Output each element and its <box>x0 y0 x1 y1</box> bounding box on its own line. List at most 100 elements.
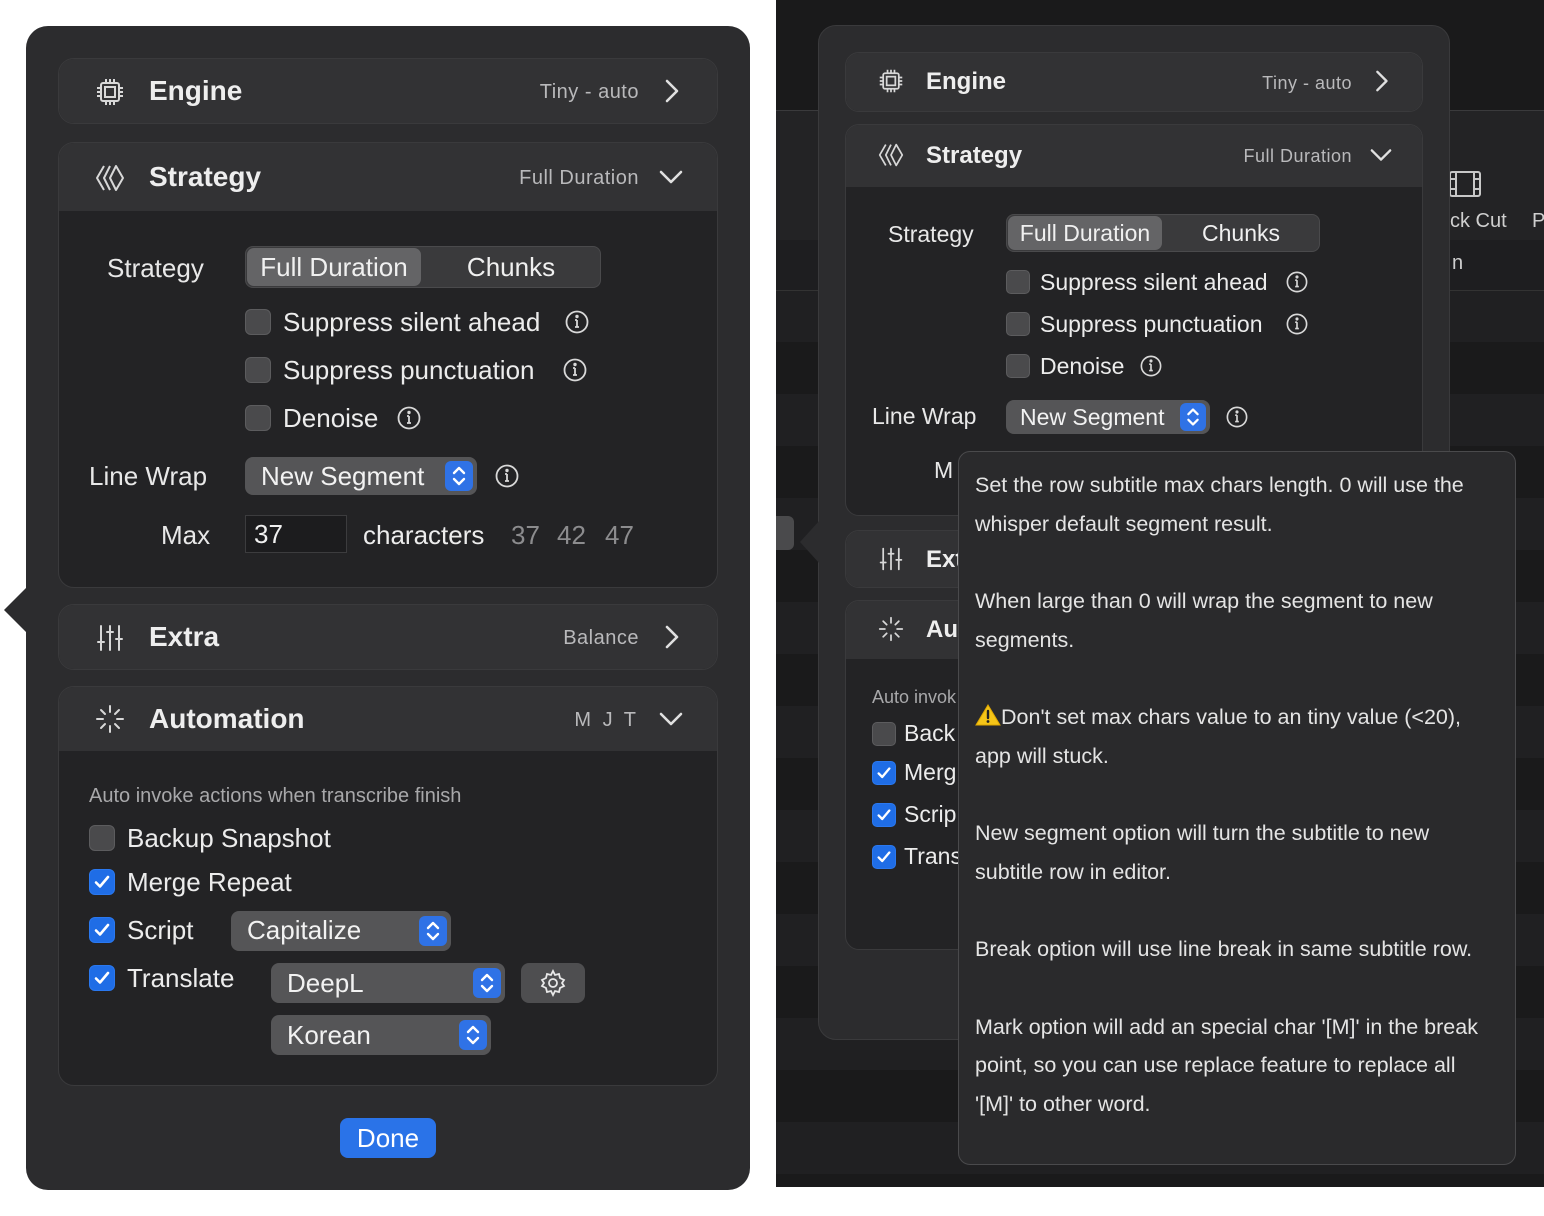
gear-icon <box>540 969 566 997</box>
preset-42[interactable]: 42 <box>557 520 586 551</box>
segment-full-duration[interactable]: Full Duration <box>247 248 421 286</box>
strategy-label: Strategy <box>107 253 204 283</box>
backup-snapshot-checkbox[interactable] <box>89 825 115 851</box>
line-wrap-popup[interactable]: New Segment <box>245 457 477 495</box>
preset-47[interactable]: 47 <box>605 520 634 551</box>
translate-label: Translate <box>127 963 235 993</box>
checkmark-icon <box>94 923 110 936</box>
strategy-title: Strategy <box>149 161 262 192</box>
strategy-value: Full Duration <box>1243 146 1352 166</box>
strategy-segmented-control[interactable]: Full Duration Chunks <box>1006 214 1320 252</box>
cpu-icon <box>97 79 123 105</box>
strategy-header[interactable]: Strategy Full Duration <box>59 143 717 211</box>
info-icon[interactable] <box>1226 406 1248 428</box>
automation-value: M J T <box>574 709 639 731</box>
engine-header[interactable]: Engine Tiny - auto <box>846 53 1422 111</box>
tooltip-paragraph: New segment option will turn the subtitl… <box>975 821 1430 884</box>
denoise-checkbox[interactable] <box>1006 354 1030 378</box>
suppress-silent-label: Suppress silent ahead <box>283 307 541 337</box>
suppress-silent-checkbox[interactable] <box>245 309 271 335</box>
automation-header[interactable]: Automation M J T <box>59 687 717 751</box>
automation-title: Automation <box>149 703 305 734</box>
updown-arrows-icon <box>1180 403 1206 431</box>
segment-chunks[interactable]: Chunks <box>422 248 600 286</box>
extra-value: Balance <box>563 627 639 649</box>
suppress-punctuation-checkbox[interactable] <box>245 357 271 383</box>
checkmark-icon <box>877 767 891 779</box>
max-chars-field[interactable]: 37 <box>245 515 347 553</box>
translate-checkbox[interactable] <box>872 845 896 869</box>
strategy-segmented-control[interactable]: Full Duration Chunks <box>245 246 601 288</box>
max-label-partial: M <box>934 457 954 483</box>
sliders-icon <box>97 625 123 651</box>
chevron-right-icon[interactable] <box>659 625 683 649</box>
merge-repeat-checkbox[interactable] <box>89 869 115 895</box>
translate-language-popup[interactable]: Korean <box>271 1015 491 1055</box>
info-icon[interactable] <box>1286 313 1308 335</box>
engine-title: Engine <box>149 75 243 106</box>
script-checkbox[interactable] <box>89 917 115 943</box>
strategy-header[interactable]: Strategy Full Duration <box>846 125 1422 187</box>
backup-label-partial: Back <box>904 720 956 746</box>
suppress-silent-checkbox[interactable] <box>1006 270 1030 294</box>
suppress-punctuation-checkbox[interactable] <box>1006 312 1030 336</box>
strategy-icon <box>878 143 904 167</box>
checkmark-icon <box>94 875 110 888</box>
extra-header[interactable]: Extra Balance <box>59 605 717 669</box>
info-icon[interactable] <box>1286 271 1308 293</box>
sidebar-handle[interactable] <box>776 516 794 550</box>
backup-snapshot-checkbox[interactable] <box>872 722 896 746</box>
chevron-down-icon[interactable] <box>659 707 683 731</box>
translate-settings-button[interactable] <box>521 963 585 1003</box>
backup-snapshot-label: Backup Snapshot <box>127 823 331 853</box>
done-button[interactable]: Done <box>340 1118 436 1158</box>
info-icon[interactable] <box>565 310 589 334</box>
chevron-right-icon[interactable] <box>659 79 683 103</box>
chevron-down-icon[interactable] <box>659 165 683 189</box>
translate-checkbox[interactable] <box>89 965 115 991</box>
preset-37[interactable]: 37 <box>511 520 540 551</box>
script-value: Capitalize <box>247 915 362 945</box>
info-icon[interactable] <box>495 464 519 488</box>
toolbar-trailing-partial: P <box>1532 210 1544 232</box>
segment-full-duration[interactable]: Full Duration <box>1008 216 1162 250</box>
warning-icon <box>975 704 1001 726</box>
film-icon <box>1449 171 1481 197</box>
sliders-icon <box>879 547 903 571</box>
updown-arrows-icon <box>473 968 501 998</box>
updown-arrows-icon <box>419 916 447 946</box>
extra-section[interactable]: Extra Balance <box>58 604 718 670</box>
info-icon[interactable] <box>563 358 587 382</box>
line-wrap-tooltip: Set the row subtitle max chars length. 0… <box>958 451 1516 1165</box>
strategy-section: Strategy Full Duration Strategy Full Dur… <box>58 142 718 588</box>
translate-engine-popup[interactable]: DeepL <box>271 963 505 1003</box>
tooltip-paragraph: Break option will use line break in same… <box>975 937 1473 961</box>
denoise-checkbox[interactable] <box>245 405 271 431</box>
engine-header[interactable]: Engine Tiny - auto <box>59 59 717 123</box>
tooltip-paragraph: Mark option will add an special char '[M… <box>975 1014 1478 1116</box>
chevron-right-icon[interactable] <box>1370 70 1392 92</box>
chevron-down-icon[interactable] <box>1370 144 1392 166</box>
engine-section[interactable]: Engine Tiny - auto <box>58 58 718 124</box>
suppress-punctuation-label: Suppress punctuation <box>1040 311 1263 337</box>
extra-title: Extra <box>149 621 220 652</box>
segment-chunks[interactable]: Chunks <box>1163 216 1319 250</box>
sparkle-icon <box>878 616 904 642</box>
script-checkbox[interactable] <box>872 803 896 827</box>
updown-arrows-icon <box>445 461 473 491</box>
line-wrap-popup[interactable]: New Segment <box>1006 400 1210 434</box>
engine-section[interactable]: Engine Tiny - auto <box>845 52 1423 112</box>
script-label-partial: Scrip <box>904 801 957 827</box>
tooltip-warning-text: Don't set max chars value to an tiny val… <box>975 705 1462 768</box>
automation-description: Auto invoke actions when transcribe fini… <box>89 785 462 807</box>
toolbar-item-partial[interactable]: ck Cut <box>1450 210 1507 233</box>
tooltip-paragraph: Set the row subtitle max chars length. 0… <box>975 473 1464 536</box>
info-icon[interactable] <box>1140 355 1162 377</box>
denoise-label: Denoise <box>1040 353 1125 379</box>
script-popup[interactable]: Capitalize <box>231 911 451 951</box>
max-label: Max <box>161 520 211 550</box>
info-icon[interactable] <box>397 406 421 430</box>
translate-language-value: Korean <box>287 1020 371 1050</box>
merge-repeat-checkbox[interactable] <box>872 761 896 785</box>
background-window: ck Cut P n Engine Tiny - auto Strategy F… <box>776 0 1544 1187</box>
